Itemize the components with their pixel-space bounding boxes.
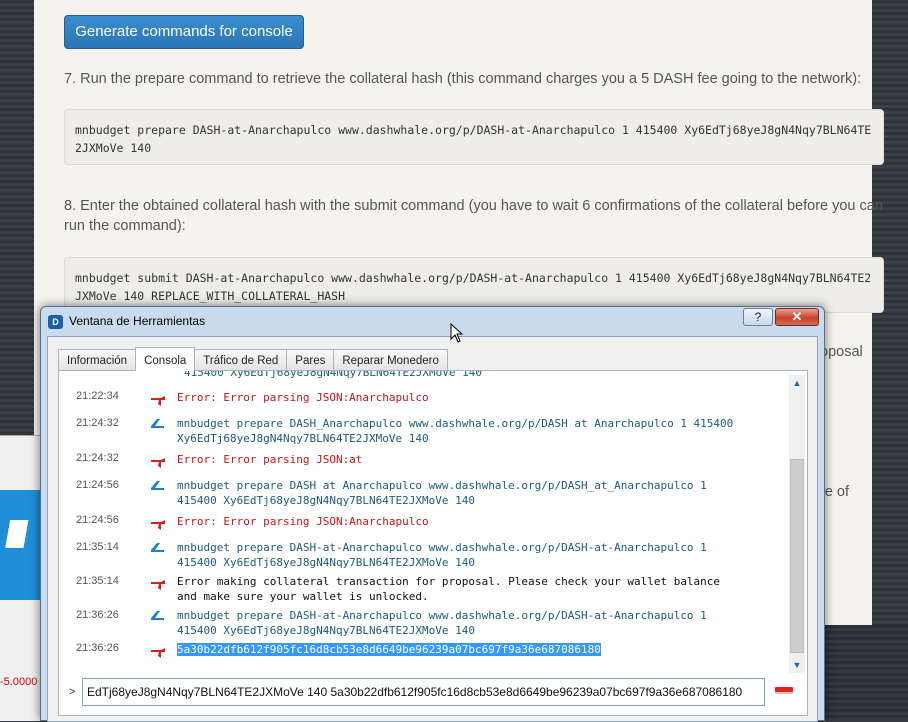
console-log[interactable]: 415400 Xy6EdTj68yeJ8gN4Nqy7BLN64TE2JXMoV… <box>59 371 789 676</box>
tab-pares[interactable]: Pares <box>286 349 335 371</box>
log-message[interactable]: mnbudget prepare DASH-at-Anarchapulco ww… <box>177 540 777 570</box>
tools-window: D Ventana de Herramientas ? ✕ Informació… <box>40 306 825 722</box>
log-timestamp: 21:24:56 <box>76 479 119 491</box>
desktop-background-bottom <box>820 625 908 721</box>
reply-out-arrow-icon <box>151 458 165 468</box>
tab-consola[interactable]: Consola <box>135 347 196 371</box>
command-in-arrow-icon <box>151 543 164 552</box>
log-timestamp: 21:36:26 <box>76 609 119 621</box>
tab-trafico-de-red[interactable]: Tráfico de Red <box>194 349 288 371</box>
generate-commands-button[interactable]: Generate commands for console <box>64 15 304 49</box>
help-button[interactable]: ? <box>743 308 773 326</box>
prepare-command-code[interactable]: mnbudget prepare DASH-at-Anarchapulco ww… <box>64 109 884 165</box>
log-message[interactable]: mnbudget prepare DASH at Anarchapulco ww… <box>177 478 777 508</box>
command-in-arrow-icon <box>151 611 164 620</box>
log-timestamp: 21:36:26 <box>76 642 119 654</box>
console-scrollbar[interactable]: ▲ ▼ <box>789 375 805 673</box>
console-panel: 415400 Xy6EdTj68yeJ8gN4Nqy7BLN64TE2JXMoV… <box>58 370 808 716</box>
mouse-cursor-icon <box>450 323 464 343</box>
log-timestamp: 21:35:14 <box>76 541 119 553</box>
log-timestamp: 21:24:32 <box>76 452 119 464</box>
submit-command-code[interactable]: mnbudget submit DASH-at-Anarchapulco www… <box>64 257 884 313</box>
window-client-area: Información Consola Tráfico de Red Pares… <box>47 336 818 722</box>
tab-informacion[interactable]: Información <box>58 349 137 371</box>
reply-out-arrow-icon <box>151 580 165 590</box>
log-message[interactable]: mnbudget prepare DASH-at-Anarchapulco ww… <box>177 608 777 638</box>
log-message[interactable]: mnbudget prepare DASH_Anarchapulco www.d… <box>177 416 777 446</box>
tab-bar: Información Consola Tráfico de Red Pares… <box>58 347 448 371</box>
tab-reparar-monedero[interactable]: Reparar Monedero <box>333 349 448 371</box>
log-timestamp: 21:24:56 <box>76 514 119 526</box>
log-message[interactable]: Error: Error parsing JSON:Anarchapulco <box>177 390 777 405</box>
log-partial-line: 415400 Xy6EdTj68yeJ8gN4Nqy7BLN64TE2JXMoV… <box>184 371 483 379</box>
scroll-up-icon[interactable]: ▲ <box>789 375 805 391</box>
clear-console-icon[interactable] <box>774 683 794 699</box>
reply-out-arrow-icon <box>151 648 165 658</box>
step-8-text: 8. Enter the obtained collateral hash wi… <box>64 198 883 234</box>
close-button[interactable]: ✕ <box>775 308 819 326</box>
dash-app-icon: D <box>48 315 63 329</box>
console-input[interactable]: EdTj68yeJ8gN4Nqy7BLN64TE2JXMoVe 140 5a30… <box>82 678 765 706</box>
dash-logo-stripe <box>0 520 40 548</box>
window-titlebar[interactable]: D Ventana de Herramientas ? ✕ <box>41 307 824 335</box>
log-timestamp: 21:24:32 <box>76 417 119 429</box>
console-prompt: > <box>69 686 76 698</box>
log-message[interactable]: 5a30b22dfb612f905fc16d8cb53e8d6649be9623… <box>177 642 777 657</box>
log-timestamp: 21:22:34 <box>76 390 119 402</box>
command-in-arrow-icon <box>151 481 164 490</box>
step-7-text: 7. Run the prepare command to retrieve t… <box>64 71 862 87</box>
transaction-amount: -5.0000 <box>0 676 38 688</box>
hidden-text-fragment: oposal <box>820 344 863 360</box>
selected-collateral-hash[interactable]: 5a30b22dfb612f905fc16d8cb53e8d6649be9623… <box>177 643 601 656</box>
reply-out-arrow-icon <box>151 520 165 530</box>
scroll-thumb[interactable] <box>790 459 804 653</box>
log-message[interactable]: Error: Error parsing JSON:Anarchapulco <box>177 514 777 529</box>
scroll-down-icon[interactable]: ▼ <box>789 657 805 673</box>
reply-out-arrow-icon <box>151 396 165 406</box>
log-message[interactable]: Error: Error parsing JSON:at <box>177 452 777 467</box>
command-in-arrow-icon <box>151 419 164 428</box>
window-title: Ventana de Herramientas <box>69 314 206 328</box>
log-message[interactable]: Error making collateral transaction for … <box>177 574 777 604</box>
log-timestamp: 21:35:14 <box>76 575 119 587</box>
